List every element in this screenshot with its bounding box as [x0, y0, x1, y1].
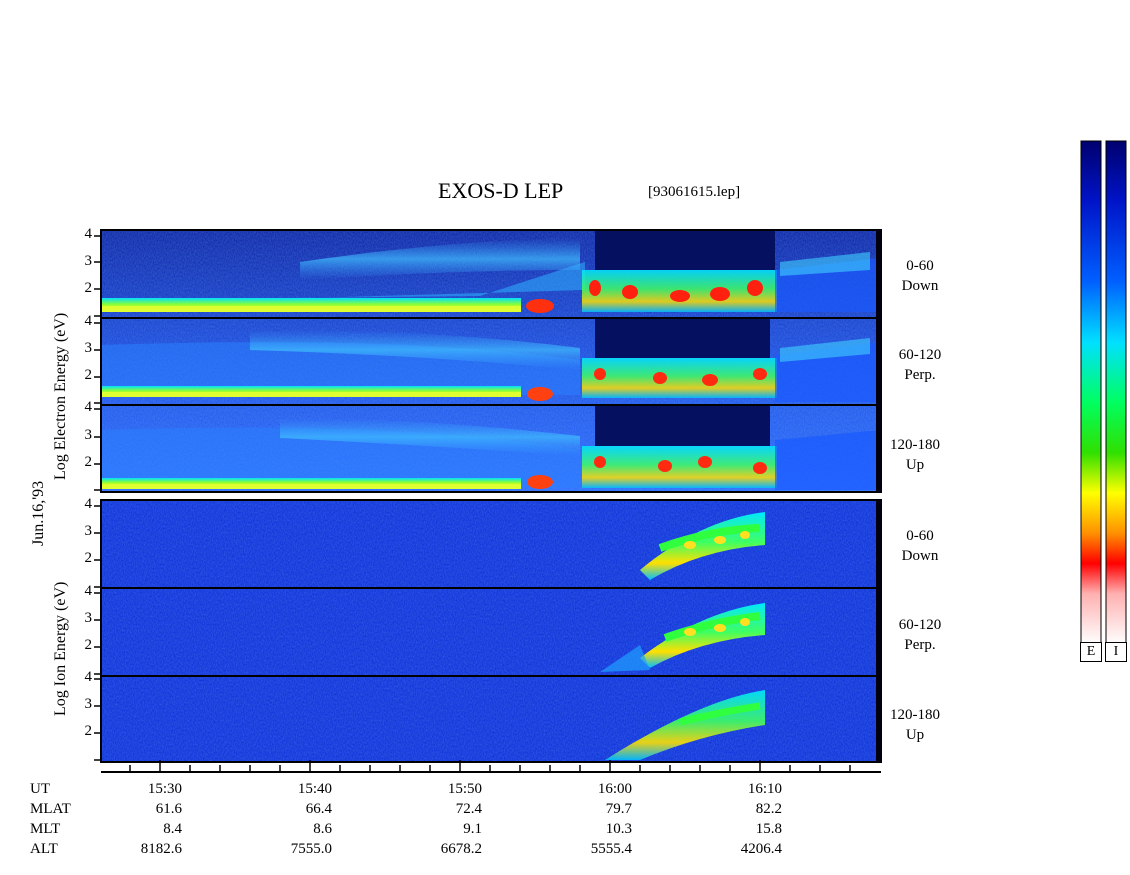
mlat-value: 66.4: [305, 801, 332, 817]
mlt-value: 15.8: [755, 821, 782, 837]
mlt-value: 9.1: [463, 821, 482, 837]
alt-value: 4206.4: [740, 841, 782, 857]
y-tick: 2: [84, 367, 93, 383]
ut-value: 16:00: [597, 781, 632, 797]
y-tick: 2: [84, 280, 93, 296]
row-label-alt: ALT: [30, 841, 58, 857]
alt-value: 5555.4: [590, 841, 632, 857]
y-tick: 4: [84, 226, 93, 242]
panel-label: 60-120 Perp.: [898, 617, 942, 653]
mlat-value: 79.7: [605, 801, 632, 817]
row-label-mlt: MLT: [30, 821, 61, 837]
ion-axis-label: Log Ion Energy (eV): [52, 581, 69, 716]
ut-value: 16:10: [747, 781, 782, 797]
colorbar-electron: [1080, 140, 1102, 645]
y-tick: 4: [84, 399, 93, 415]
y-tick: 2: [84, 637, 93, 653]
y-tick: 3: [84, 340, 93, 356]
row-label-ut: UT: [30, 781, 50, 797]
y-tick: 3: [84, 523, 93, 539]
electron-axis-label: Log Electron Energy (eV): [52, 312, 69, 480]
mlt-value: 10.3: [605, 821, 632, 837]
y-tick: 4: [84, 496, 93, 512]
colorbar-ion: [1105, 140, 1127, 645]
y-tick: 4: [84, 669, 93, 685]
y-tick: 3: [84, 253, 93, 269]
y-tick: 2: [84, 723, 93, 739]
y-tick-marks: [94, 235, 101, 761]
date-label: Jun.16,'93: [30, 480, 47, 546]
mlt-value: 8.4: [163, 821, 182, 837]
alt-value: 6678.2: [440, 841, 482, 857]
panel-label: 60-120 Perp.: [898, 347, 942, 383]
colorbar-label-e: E: [1080, 642, 1102, 662]
alt-value: 8182.6: [140, 841, 182, 857]
panel-label: 0-60 Down: [901, 258, 939, 294]
panel-label: 0-60 Down: [901, 528, 939, 564]
y-tick: 3: [84, 427, 93, 443]
y-tick: 4: [84, 313, 93, 329]
y-tick: 3: [84, 610, 93, 626]
mlat-value: 72.4: [455, 801, 482, 817]
ut-value: 15:50: [447, 781, 482, 797]
colorbar-label-i: I: [1105, 642, 1127, 662]
alt-value: 7555.0: [290, 841, 332, 857]
y-tick: 2: [84, 454, 93, 470]
y-tick: 4: [84, 583, 93, 599]
mlat-value: 61.6: [155, 801, 182, 817]
ut-value: 15:30: [147, 781, 182, 797]
y-tick: 3: [84, 696, 93, 712]
y-tick: 2: [84, 550, 93, 566]
mlt-value: 8.6: [313, 821, 332, 837]
panel-label: 120-180 Up: [890, 707, 940, 743]
ut-value: 15:40: [297, 781, 332, 797]
mlat-value: 82.2: [755, 801, 782, 817]
spectrogram-svg: [94, 140, 1127, 773]
panel-label: 120-180 Up: [890, 437, 940, 473]
